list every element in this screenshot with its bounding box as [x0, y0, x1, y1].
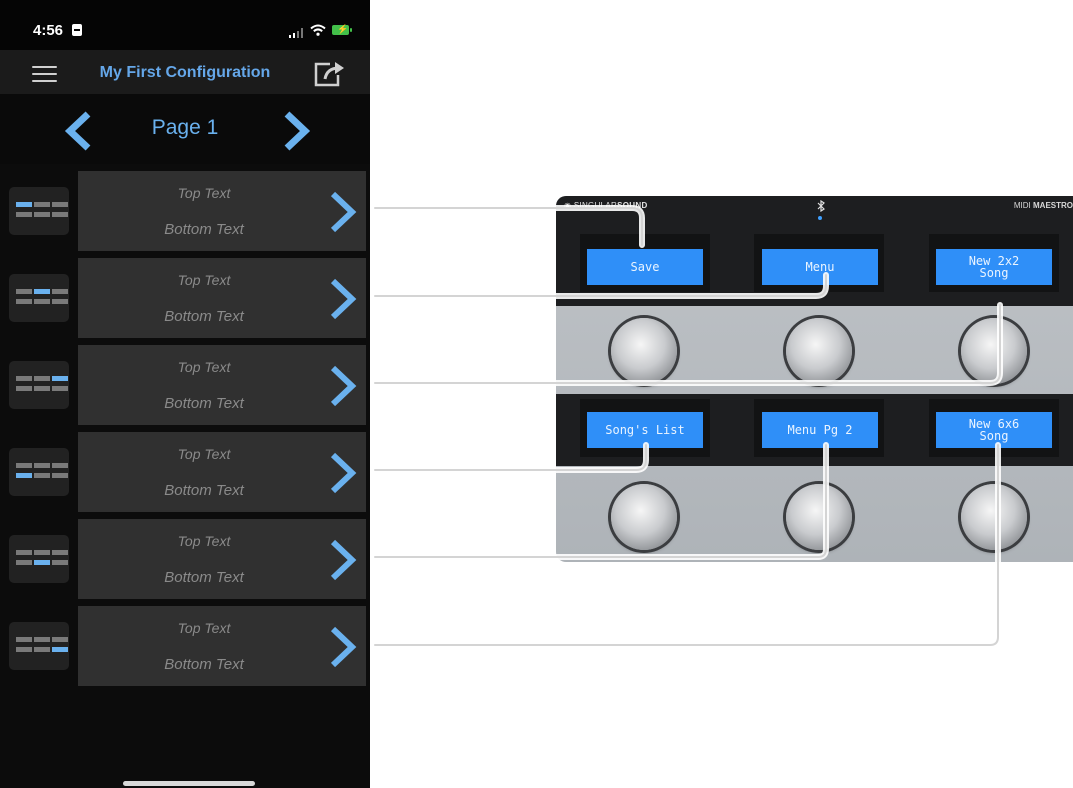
lcd-new-6x6-song: New 6x6 Song	[936, 412, 1052, 448]
top-text: Top Text	[177, 446, 231, 462]
list-item[interactable]: Top Text Bottom Text	[0, 519, 370, 599]
footswitch-grid-icon	[9, 274, 69, 322]
page-selector: Page 1	[0, 94, 370, 164]
chevron-right-icon[interactable]	[328, 365, 358, 407]
list-item[interactable]: Top Text Bottom Text	[0, 258, 370, 338]
switch-card[interactable]: Top Text Bottom Text	[78, 345, 366, 425]
bluetooth-icon	[817, 200, 825, 212]
footswitch-grid-icon	[9, 622, 69, 670]
bluetooth-led	[818, 216, 822, 220]
list-item[interactable]: Top Text Bottom Text	[0, 345, 370, 425]
charging-icon: ⚡	[337, 24, 349, 34]
footswitch-grid-icon	[9, 187, 69, 235]
top-text: Top Text	[177, 533, 231, 549]
lcd-save: Save	[587, 249, 703, 285]
page-label: Page 1	[151, 116, 219, 139]
midi-maestro-device: ◉ SINGULARSOUND MIDI MAESTRO Save Menu N…	[556, 196, 1073, 562]
orientation-lock-icon	[72, 24, 82, 36]
bottom-text: Bottom Text	[164, 221, 244, 238]
switch-card[interactable]: Top Text Bottom Text	[78, 519, 366, 599]
chevron-right-icon[interactable]	[328, 278, 358, 320]
bottom-text: Bottom Text	[164, 569, 244, 586]
bottom-text: Bottom Text	[164, 308, 244, 325]
top-text: Top Text	[177, 359, 231, 375]
top-text: Top Text	[177, 272, 231, 288]
app-screen: 4:56 ⚡ My First Configuration Page 1 Top…	[0, 0, 370, 788]
nav-bar: My First Configuration	[0, 50, 370, 94]
footswitch-2[interactable]	[786, 318, 852, 384]
chevron-right-icon[interactable]	[328, 626, 358, 668]
list-item[interactable]: Top Text Bottom Text	[0, 432, 370, 512]
wifi-icon	[310, 24, 326, 36]
bottom-text: Bottom Text	[164, 395, 244, 412]
battery-icon: ⚡	[332, 24, 352, 35]
next-page-button[interactable]	[282, 111, 312, 151]
list-item[interactable]: Top Text Bottom Text	[0, 171, 370, 251]
lcd-menu-pg-2: Menu Pg 2	[762, 412, 878, 448]
chevron-right-icon[interactable]	[328, 191, 358, 233]
switch-card[interactable]: Top Text Bottom Text	[78, 606, 366, 686]
home-indicator[interactable]	[123, 781, 255, 786]
list-item[interactable]: Top Text Bottom Text	[0, 606, 370, 686]
footswitch-1[interactable]	[611, 318, 677, 384]
lcd-songs-list: Song's List	[587, 412, 703, 448]
top-text: Top Text	[177, 620, 231, 636]
chevron-right-icon[interactable]	[328, 452, 358, 494]
switch-card[interactable]: Top Text Bottom Text	[78, 258, 366, 338]
switch-card[interactable]: Top Text Bottom Text	[78, 432, 366, 512]
top-text: Top Text	[177, 185, 231, 201]
brand-logo: ◉ SINGULARSOUND	[564, 201, 648, 210]
status-bar: 4:56 ⚡	[0, 0, 370, 50]
status-time: 4:56	[33, 22, 64, 39]
bottom-text: Bottom Text	[164, 656, 244, 673]
footswitch-5[interactable]	[786, 484, 852, 550]
chevron-right-icon[interactable]	[328, 539, 358, 581]
lcd-menu: Menu	[762, 249, 878, 285]
lcd-new-2x2-song: New 2x2 Song	[936, 249, 1052, 285]
footswitch-grid-icon	[9, 361, 69, 409]
share-icon[interactable]	[313, 60, 347, 88]
model-name: MIDI MAESTRO	[1013, 201, 1073, 210]
switch-card[interactable]: Top Text Bottom Text	[78, 171, 366, 251]
bottom-text: Bottom Text	[164, 482, 244, 499]
footswitch-grid-icon	[9, 535, 69, 583]
footswitch-grid-icon	[9, 448, 69, 496]
footswitch-6[interactable]	[961, 484, 1027, 550]
footswitch-4[interactable]	[611, 484, 677, 550]
footswitch-3[interactable]	[961, 318, 1027, 384]
signal-icon	[289, 28, 303, 38]
